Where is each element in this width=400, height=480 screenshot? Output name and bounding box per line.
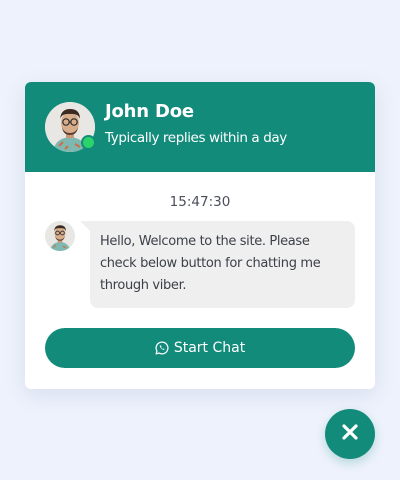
close-chat-button[interactable] <box>325 409 375 459</box>
agent-status-text: Typically replies within a day <box>105 130 287 146</box>
start-chat-label: Start Chat <box>173 340 246 356</box>
chat-widget: John Doe Typically replies within a day … <box>25 82 375 389</box>
agent-name: John Doe <box>105 101 194 122</box>
message-bubble: Hello, Welcome to the site. Please check… <box>80 221 355 308</box>
whatsapp-icon <box>155 341 169 355</box>
message-timestamp: 15:47:30 <box>169 194 231 210</box>
start-chat-button[interactable]: Start Chat <box>45 328 355 368</box>
message-avatar <box>45 221 75 251</box>
agent-avatar <box>45 102 96 152</box>
online-status-dot <box>81 135 96 150</box>
agent-photo-small <box>45 221 75 251</box>
chat-header: John Doe Typically replies within a day <box>25 82 375 172</box>
close-icon <box>341 423 359 445</box>
